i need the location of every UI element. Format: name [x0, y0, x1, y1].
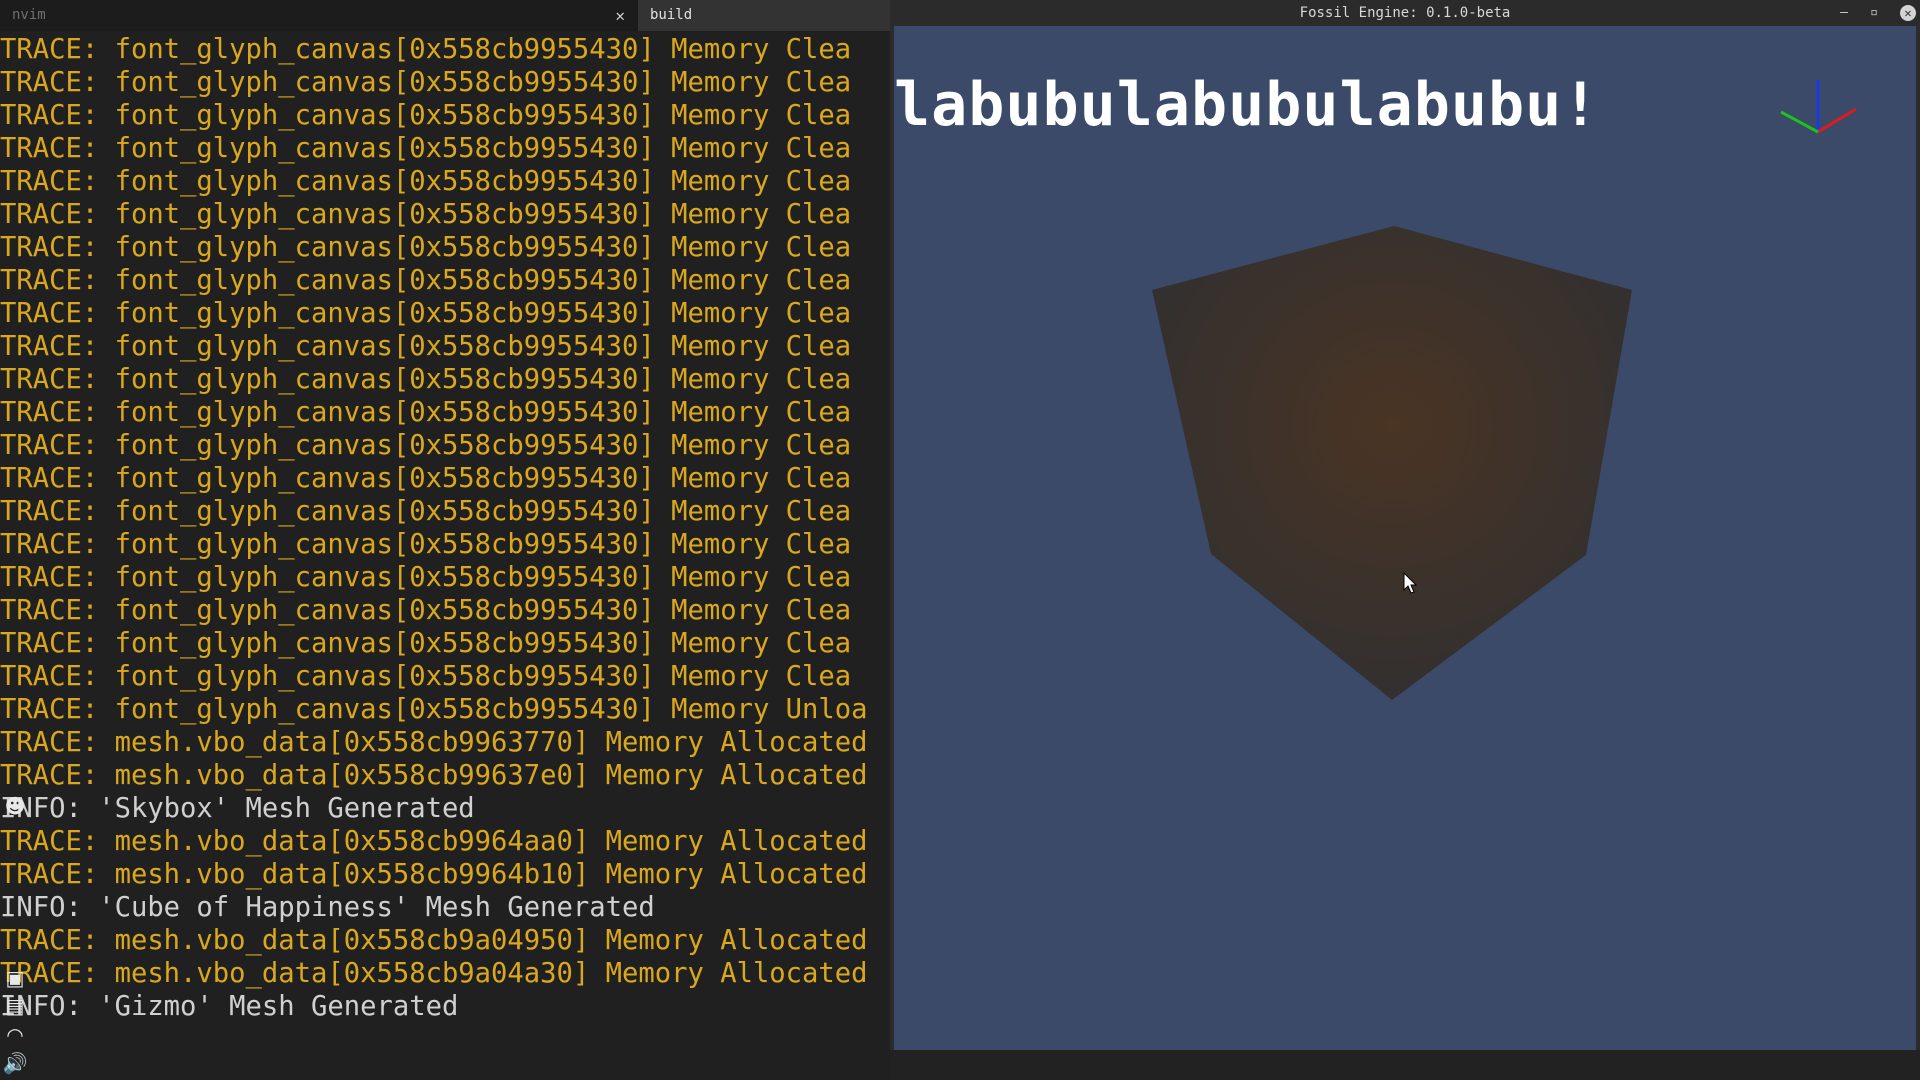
log-line: TRACE: font_glyph_canvas[0x558cb9955430]… [0, 166, 852, 197]
terminal-window: nvim ✕ build TRACE: font_glyph_canvas[0x… [0, 0, 890, 1080]
log-line: TRACE: font_glyph_canvas[0x558cb9955430]… [0, 298, 852, 329]
desktop-bottom-strip [890, 1050, 1920, 1080]
axis-gizmo [1780, 80, 1857, 134]
log-line: TRACE: font_glyph_canvas[0x558cb9955430]… [0, 34, 852, 65]
log-line: TRACE: font_glyph_canvas[0x558cb9955430]… [0, 265, 852, 296]
terminal-tab-bar: nvim ✕ build [0, 0, 890, 31]
log-line: TRACE: mesh.vbo_data[0x558cb9963770] Mem… [0, 727, 868, 758]
volume-icon[interactable]: 🔊 [2, 1050, 28, 1076]
engine-window: Fossil Engine: 0.1.0-beta – ▫ ✕ labubula… [890, 0, 1920, 1050]
log-line: INFO: 'Cube of Happiness' Mesh Generated [0, 892, 655, 923]
tab-build[interactable]: build [638, 0, 890, 31]
log-line: TRACE: font_glyph_canvas[0x558cb9955430]… [0, 430, 852, 461]
tab-nvim[interactable]: nvim ✕ [0, 0, 637, 31]
engine-title: Fossil Engine: 0.1.0-beta [1299, 5, 1511, 21]
log-line: TRACE: mesh.vbo_data[0x558cb9964aa0] Mem… [0, 826, 868, 857]
close-button[interactable]: ✕ [1900, 5, 1916, 21]
log-line: TRACE: font_glyph_canvas[0x558cb9955430]… [0, 67, 852, 98]
gizmo-x-axis [1817, 107, 1857, 134]
log-line: TRACE: font_glyph_canvas[0x558cb9955430]… [0, 628, 852, 659]
gizmo-z-axis [1780, 110, 1819, 134]
tab-close-icon[interactable]: ✕ [615, 0, 625, 31]
log-line: TRACE: mesh.vbo_data[0x558cb9a04a30] Mem… [0, 958, 868, 989]
log-line: TRACE: font_glyph_canvas[0x558cb9955430]… [0, 463, 852, 494]
log-line: TRACE: font_glyph_canvas[0x558cb9955430]… [0, 595, 852, 626]
mouse-cursor-icon [1403, 572, 1418, 594]
log-line: TRACE: font_glyph_canvas[0x558cb9955430]… [0, 232, 852, 263]
log-line: TRACE: font_glyph_canvas[0x558cb9955430]… [0, 100, 852, 131]
log-line: INFO: 'Gizmo' Mesh Generated [0, 991, 459, 1022]
log-line: TRACE: font_glyph_canvas[0x558cb9955430]… [0, 364, 852, 395]
log-line: TRACE: mesh.vbo_data[0x558cb9964b10] Mem… [0, 859, 868, 890]
log-line: TRACE: mesh.vbo_data[0x558cb9a04950] Mem… [0, 925, 868, 956]
log-line: TRACE: font_glyph_canvas[0x558cb9955430]… [0, 694, 868, 725]
maximize-button[interactable]: ▫ [1864, 3, 1884, 23]
discord-icon[interactable]: ☻ [2, 793, 28, 819]
log-line: TRACE: mesh.vbo_data[0x558cb99637e0] Mem… [0, 760, 868, 791]
engine-titlebar[interactable]: Fossil Engine: 0.1.0-beta – ▫ ✕ [890, 0, 1920, 26]
render-viewport[interactable]: labubulabubulabubu! [894, 26, 1916, 1050]
log-line: TRACE: font_glyph_canvas[0x558cb9955430]… [0, 397, 852, 428]
terminal-output[interactable]: TRACE: font_glyph_canvas[0x558cb9955430]… [0, 33, 890, 1023]
log-line: TRACE: font_glyph_canvas[0x558cb9955430]… [0, 199, 852, 230]
minimize-button[interactable]: – [1834, 3, 1854, 23]
log-line: TRACE: font_glyph_canvas[0x558cb9955430]… [0, 331, 852, 362]
log-line: TRACE: font_glyph_canvas[0x558cb9955430]… [0, 661, 852, 692]
log-line: TRACE: font_glyph_canvas[0x558cb9955430]… [0, 496, 852, 527]
clipboard-icon[interactable]: ▤ [2, 993, 28, 1019]
cube-face [1152, 226, 1632, 700]
wifi-icon[interactable]: ◠ [2, 1022, 28, 1048]
log-line: TRACE: font_glyph_canvas[0x558cb9955430]… [0, 562, 852, 593]
log-line: TRACE: font_glyph_canvas[0x558cb9955430]… [0, 529, 852, 560]
log-line: INFO: 'Skybox' Mesh Generated [0, 793, 475, 824]
cube-of-happiness [1152, 226, 1632, 700]
clipboard-lock-icon[interactable]: ▣ [2, 965, 28, 991]
tab-build-label: build [650, 7, 693, 23]
tab-nvim-label: nvim [12, 7, 46, 23]
log-line: TRACE: font_glyph_canvas[0x558cb9955430]… [0, 133, 852, 164]
